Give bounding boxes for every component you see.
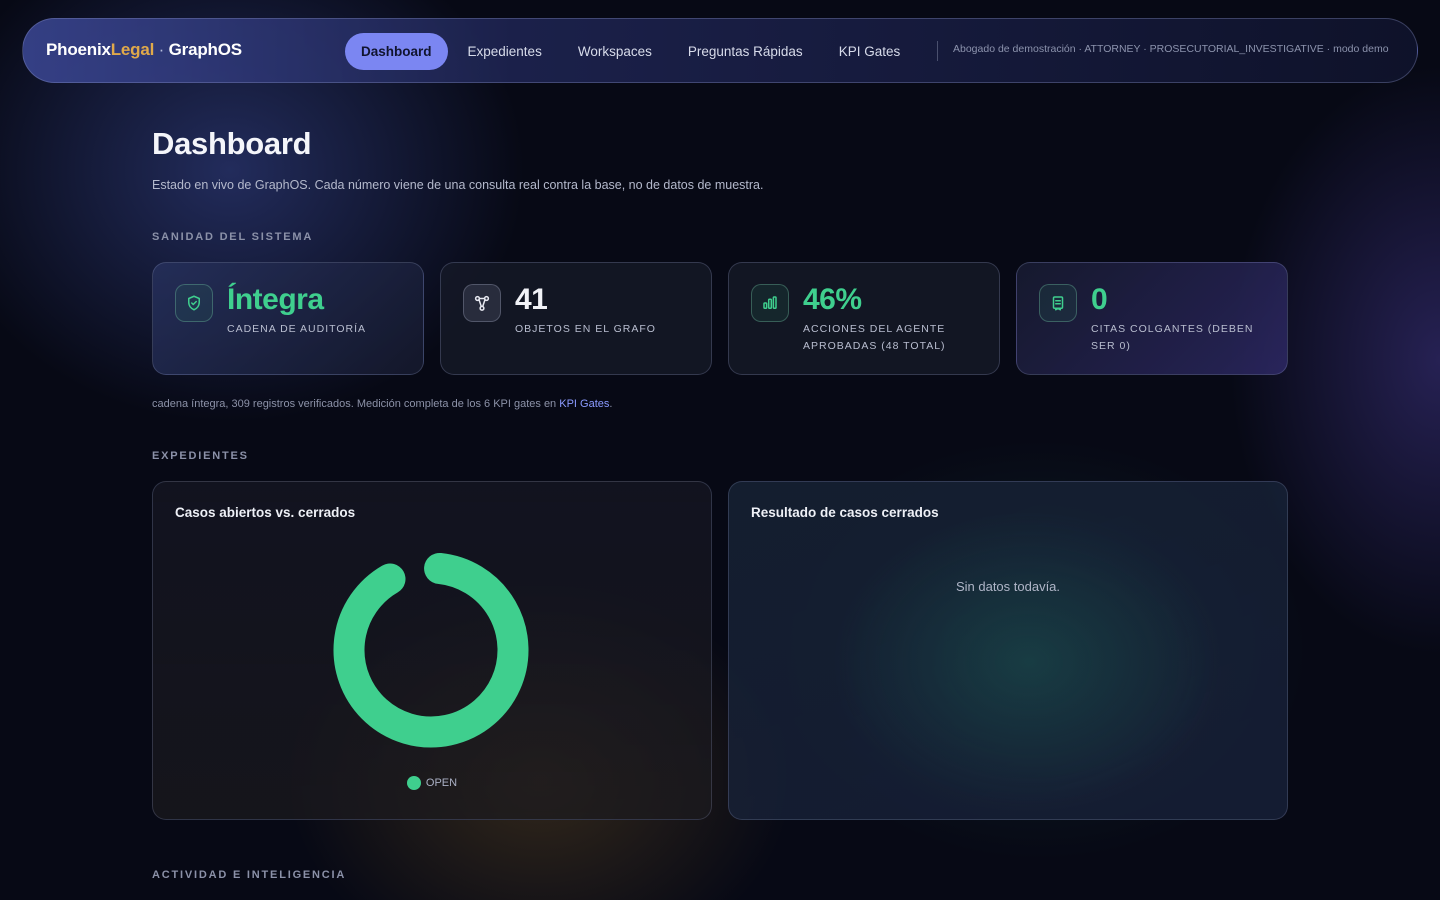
kpi-value-objetos: 41 <box>515 283 548 316</box>
section-label-expedientes: EXPEDIENTES <box>152 450 249 462</box>
kpi-value-auditoria: Íntegra <box>227 283 324 316</box>
kpi-note: cadena íntegra, 309 registros verificado… <box>152 398 612 410</box>
tab-workspaces[interactable]: Workspaces <box>560 33 670 70</box>
tab-expedientes[interactable]: Expedientes <box>450 33 560 70</box>
panel-closed-results: Resultado de casos cerrados Sin datos to… <box>728 481 1288 820</box>
graph-nodes-icon <box>463 284 501 322</box>
brand-logo[interactable]: PhoenixLegal · GraphOS <box>46 40 242 60</box>
tab-dashboard[interactable]: Dashboard <box>345 33 448 70</box>
empty-state-text: Sin datos todavía. <box>955 579 1061 594</box>
kpi-note-suffix: . <box>609 398 613 410</box>
kpi-label-citas: CITAS COLGANTES (DEBEN SER 0) <box>1091 323 1254 352</box>
nav-divider <box>937 41 938 61</box>
kpi-card-acciones: 46% ACCIONES DEL AGENTE APROBADAS (48 TO… <box>728 262 1000 375</box>
brand-separator: · <box>154 40 169 59</box>
kpi-card-auditoria: Íntegra CADENA DE AUDITORÍA <box>152 262 424 375</box>
top-navigation: PhoenixLegal · GraphOS Dashboard Expedie… <box>22 18 1418 83</box>
panel-open-vs-closed: Casos abiertos vs. cerrados OPEN <box>152 481 712 820</box>
page-subtitle: Estado en vivo de GraphOS. Cada número v… <box>152 178 764 192</box>
section-label-sanidad: SANIDAD DEL SISTEMA <box>152 231 314 243</box>
page-title: Dashboard <box>152 126 312 161</box>
kpi-gates-link[interactable]: KPI Gates <box>559 398 609 410</box>
kpi-label-auditoria: CADENA DE AUDITORÍA <box>227 323 367 335</box>
legend-dot-open <box>406 776 421 790</box>
kpi-label-acciones: ACCIONES DEL AGENTE APROBADAS (48 TOTAL) <box>803 323 946 352</box>
legend-label-open: OPEN <box>425 777 458 789</box>
kpi-value-citas: 0 <box>1091 283 1108 316</box>
tab-kpi-gates[interactable]: KPI Gates <box>821 33 919 70</box>
brand-part-phoenix: Phoenix <box>46 40 111 59</box>
user-info: Abogado de demostración · ATTORNEY · PRO… <box>953 43 1389 55</box>
bar-chart-icon <box>751 284 789 322</box>
bookmark-icon <box>1039 284 1077 322</box>
kpi-label-objetos: OBJETOS EN EL GRAFO <box>515 323 656 335</box>
panel-title-results: Resultado de casos cerrados <box>751 505 939 520</box>
section-label-actividad: ACTIVIDAD E INTELIGENCIA <box>152 869 347 881</box>
panel-title-open-closed: Casos abiertos vs. cerrados <box>175 505 356 520</box>
donut-chart <box>333 552 529 748</box>
tab-preguntas-rapidas[interactable]: Preguntas Rápidas <box>670 33 821 70</box>
kpi-card-citas: 0 CITAS COLGANTES (DEBEN SER 0) <box>1016 262 1288 375</box>
brand-part-graphos: GraphOS <box>168 40 242 59</box>
chart-legend: OPEN <box>153 776 711 790</box>
donut-slice-open <box>333 552 529 748</box>
kpi-value-acciones: 46% <box>803 283 862 316</box>
shield-check-icon <box>175 284 213 322</box>
brand-part-legal: Legal <box>110 40 155 59</box>
kpi-card-objetos: 41 OBJETOS EN EL GRAFO <box>440 262 712 375</box>
nav-tabs: Dashboard Expedientes Workspaces Pregunt… <box>345 33 918 70</box>
kpi-note-text: cadena íntegra, 309 registros verificado… <box>152 398 560 410</box>
